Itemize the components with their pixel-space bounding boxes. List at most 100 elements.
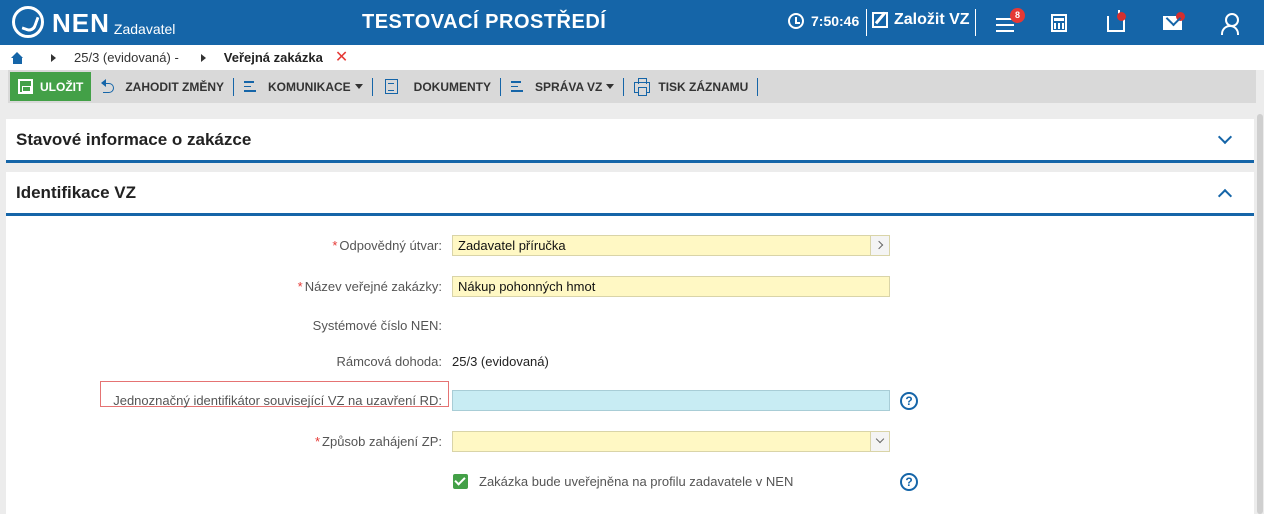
list-line	[511, 85, 519, 87]
scrollbar-thumb[interactable]	[1257, 114, 1263, 514]
identification-section: Identifikace VZ * Odpovědný útvar: Zadava…	[6, 172, 1254, 514]
divider	[866, 9, 867, 36]
notification-dot	[1176, 12, 1185, 21]
contract-name-label: Název veřejné zakázky:	[304, 279, 442, 294]
system-number-row: Systémové číslo NEN:	[6, 315, 1254, 337]
help-icon[interactable]: ?	[900, 392, 918, 410]
contract-name-row: * Název veřejné zakázky: Nákup pohonných …	[6, 276, 1254, 298]
management-label: SPRÁVA VZ	[535, 79, 603, 94]
start-method-row: * Způsob zahájení ZP:	[6, 431, 1254, 453]
start-method-select[interactable]	[452, 431, 890, 452]
mail-icon[interactable]	[1163, 12, 1185, 30]
field-label: * Název veřejné zakázky:	[298, 276, 442, 298]
section-title: Stavové informace o zakázce	[16, 129, 252, 149]
documents-label: DOKUMENTY	[413, 79, 492, 94]
start-method-label: Způsob zahájení ZP:	[322, 434, 442, 449]
list-line	[244, 90, 256, 92]
responsible-unit-label: Odpovědný útvar:	[339, 238, 442, 253]
discard-label: ZAHODIT ZMĚNY	[125, 79, 224, 94]
management-menu[interactable]: SPRÁVA VZ	[501, 72, 623, 101]
section-title: Identifikace VZ	[16, 182, 136, 202]
menu-button[interactable]: 8	[996, 8, 1025, 36]
responsible-unit-field[interactable]: Zadavatel příručka	[452, 235, 890, 256]
caret-down-icon	[606, 84, 615, 89]
unique-id-label: Jednoznačný identifikátor související VZ…	[113, 393, 442, 408]
contract-name-field[interactable]: Nákup pohonných hmot	[452, 276, 890, 297]
status-section-header[interactable]: Stavové informace o zakázce	[6, 119, 1254, 163]
printer-icon	[634, 78, 651, 96]
unique-id-row: Jednoznačný identifikátor související VZ…	[6, 381, 1254, 412]
required-mark: *	[314, 434, 321, 449]
list-icon	[244, 81, 260, 95]
top-bar: NEN Zadavatel TESTOVACÍ PROSTŘEDÍ 7:50:4…	[0, 0, 1264, 45]
create-contract-button[interactable]: Založit VZ	[872, 11, 970, 29]
required-mark: *	[297, 279, 303, 294]
breadcrumb: 25/3 (evidovaná) - Veřejná zakázka ✕	[0, 45, 1264, 70]
toolbar-divider	[757, 77, 759, 96]
print-label: TISK ZÁZNAMU	[658, 79, 749, 94]
close-icon[interactable]: ✕	[335, 49, 348, 65]
logo-icon	[12, 6, 44, 38]
print-button[interactable]: TISK ZÁZNAMU	[624, 72, 757, 101]
clock-icon	[788, 13, 804, 29]
notification-dot	[1117, 12, 1126, 21]
breadcrumb-item[interactable]: 25/3 (evidovaná) -	[74, 50, 179, 65]
system-number-label: Systémové číslo NEN:	[312, 318, 442, 333]
menu-badge: 8	[1010, 8, 1025, 23]
create-contract-label: Založit VZ	[894, 11, 970, 28]
communication-menu[interactable]: KOMUNIKACE	[234, 72, 372, 101]
list-line	[511, 81, 522, 83]
framework-row: Rámcová dohoda: 25/3 (evidovaná)	[6, 351, 1254, 373]
save-button[interactable]: ULOŽIT	[10, 72, 92, 101]
clock-time: 7:50:46	[811, 13, 860, 29]
calculator-icon[interactable]	[1051, 14, 1067, 32]
caret-down-icon	[354, 84, 363, 89]
undo-icon	[101, 78, 117, 94]
framework-label: Rámcová dohoda:	[336, 354, 442, 369]
chevron-right-icon[interactable]	[870, 236, 889, 255]
status-section: Stavové informace o zakázce	[6, 119, 1254, 163]
home-icon[interactable]	[11, 51, 24, 64]
responsible-unit-value: Zadavatel příručka	[458, 238, 566, 253]
contract-name-value: Nákup pohonných hmot	[458, 279, 596, 294]
field-label: * Způsob zahájení ZP:	[315, 431, 442, 453]
identification-section-header[interactable]: Identifikace VZ	[6, 172, 1254, 216]
save-icon	[18, 79, 33, 94]
list-line	[244, 81, 254, 83]
inbox-icon[interactable]	[1107, 10, 1126, 32]
chevron-right-icon	[200, 53, 206, 62]
publish-checkbox[interactable]	[453, 474, 468, 489]
help-icon[interactable]: ?	[900, 473, 918, 491]
chevron-up-icon[interactable]	[1217, 188, 1233, 204]
session-clock: 7:50:46	[788, 13, 859, 29]
field-label: * Odpovědný útvar:	[332, 235, 442, 257]
discard-changes-button[interactable]: ZAHODIT ZMĚNY	[91, 72, 233, 101]
chevron-down-icon[interactable]	[870, 432, 889, 451]
nen-logo[interactable]: NEN Zadavatel	[12, 6, 175, 38]
list-line	[244, 85, 251, 87]
environment-title: TESTOVACÍ PROSTŘEDÍ	[362, 11, 607, 33]
menu-line	[996, 30, 1014, 32]
user-icon[interactable]	[1221, 13, 1239, 35]
required-mark: *	[332, 238, 338, 253]
breadcrumb-current: Veřejná zakázka	[223, 50, 323, 65]
document-icon	[384, 79, 398, 94]
list-icon	[511, 81, 527, 95]
edit-icon	[872, 12, 888, 28]
divider	[975, 9, 976, 36]
logo-subtitle: Zadavatel	[113, 21, 176, 37]
publish-label[interactable]: Zakázka bude uveřejněna na profilu zadav…	[479, 471, 793, 493]
framework-value: 25/3 (evidovaná)	[452, 354, 549, 369]
chevron-right-icon	[51, 53, 56, 62]
unique-id-field[interactable]	[452, 390, 890, 411]
responsible-unit-row: * Odpovědný útvar: Zadavatel příručka	[6, 235, 1254, 257]
publish-row: Zakázka bude uveřejněna na profilu zadav…	[6, 471, 1254, 493]
chevron-down-icon[interactable]	[1217, 129, 1233, 145]
list-line	[511, 90, 524, 92]
logo-text: NEN	[52, 8, 110, 38]
menu-line	[996, 24, 1014, 26]
documents-button[interactable]: DOKUMENTY	[373, 72, 500, 101]
toolbar: ULOŽIT ZAHODIT ZMĚNY KOMUNIKACE DOKUMENT…	[8, 70, 1256, 103]
save-label: ULOŽIT	[40, 79, 84, 94]
communication-label: KOMUNIKACE	[268, 79, 351, 94]
